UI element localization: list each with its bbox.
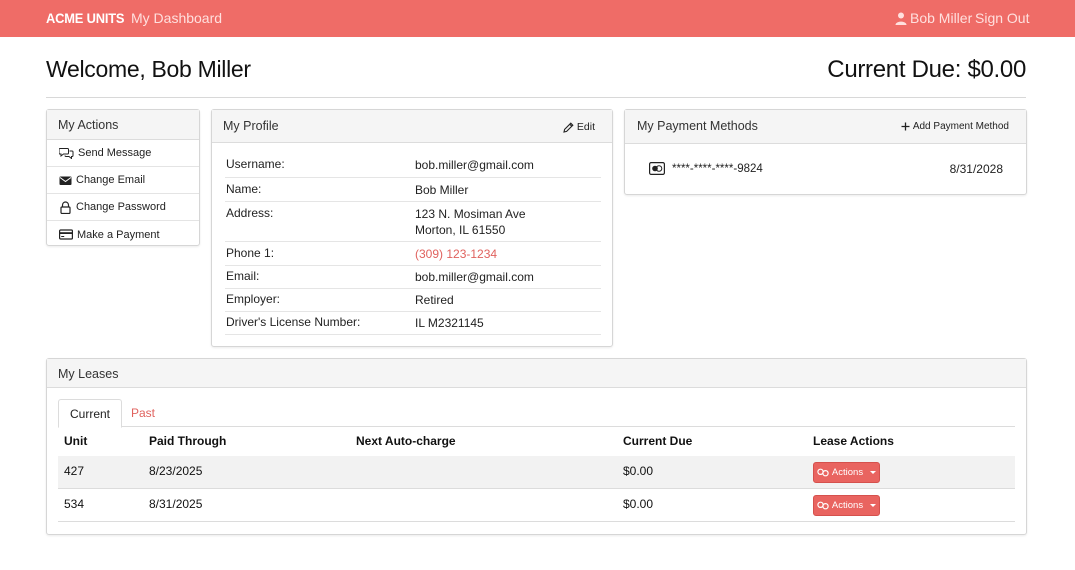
actions-label: Actions — [831, 467, 864, 478]
table-row: 427 8/23/2025 $0.00 Actions — [58, 456, 1015, 489]
phone-link[interactable]: (309) 123-1234 — [415, 246, 497, 262]
profile-row-phone: Phone 1: (309) 123-1234 — [225, 246, 601, 266]
lease-tabs: Current Past — [58, 399, 1015, 428]
profile-label: Email: — [226, 269, 260, 283]
profile-label: Phone 1: — [226, 246, 275, 260]
action-label: Make a Payment — [77, 228, 160, 241]
profile-label: Name: — [226, 182, 262, 196]
credit-card-icon — [59, 229, 73, 240]
paid-through-cell: 8/31/2025 — [149, 497, 203, 511]
profile-value: Retired — [415, 293, 454, 307]
action-change-email[interactable]: Change Email — [47, 167, 199, 194]
edit-label: Edit — [576, 121, 595, 133]
unit-cell: 534 — [64, 497, 85, 511]
unit-cell: 427 — [64, 464, 85, 478]
nav-my-dashboard[interactable]: My Dashboard — [131, 10, 222, 26]
add-payment-method-button[interactable]: Add Payment Method — [901, 121, 1009, 132]
lease-actions-button[interactable]: Actions — [813, 495, 880, 516]
tab-current[interactable]: Current — [58, 399, 123, 428]
profile-row-username: Username: bob.miller@gmail.com — [225, 157, 601, 178]
my-profile-panel: My Profile Edit Username: bob.miller@gma… — [211, 109, 613, 347]
my-actions-title: My Actions — [47, 110, 199, 140]
column-header: Unit — [64, 434, 88, 448]
action-change-password[interactable]: Change Password — [47, 194, 199, 221]
address-line-2: Morton, IL 61550 — [415, 223, 506, 237]
lease-actions-button[interactable]: Actions — [813, 462, 880, 483]
lease-table-header: Unit Paid Through Next Auto-charge Curre… — [58, 433, 1015, 457]
table-row: 534 8/31/2025 $0.00 Actions — [58, 489, 1015, 522]
add-payment-method-label: Add Payment Method — [912, 121, 1009, 132]
profile-value: Bob Miller — [415, 183, 469, 197]
profile-row-email: Email: bob.miller@gmail.com — [225, 269, 601, 289]
nav-user-name: Bob Miller — [910, 10, 973, 26]
payment-methods-title: My Payment Methods — [637, 119, 758, 133]
action-label: Change Email — [76, 174, 146, 186]
column-header: Lease Actions — [813, 434, 894, 448]
column-header: Current Due — [623, 434, 693, 448]
profile-label: Address: — [226, 206, 274, 220]
column-header: Next Auto-charge — [356, 434, 456, 448]
profile-value: bob.miller@gmail.com — [415, 158, 534, 172]
profile-value: IL M2321145 — [415, 316, 484, 330]
profile-label: Driver's License Number: — [226, 315, 361, 329]
profile-row-license: Driver's License Number: IL M2321145 — [225, 315, 601, 335]
link-icon — [817, 468, 829, 477]
tab-past[interactable]: Past — [120, 399, 166, 428]
column-header: Paid Through — [149, 434, 227, 448]
nav-sign-out[interactable]: Sign Out — [975, 10, 1029, 26]
actions-label: Actions — [831, 500, 864, 511]
my-leases-panel: My Leases Current Past Unit Paid Through… — [46, 358, 1027, 535]
profile-value: bob.miller@gmail.com — [415, 270, 534, 284]
current-due-cell: $0.00 — [623, 497, 654, 511]
address-line-1: 123 N. Mosiman Ave — [415, 207, 526, 221]
action-send-message[interactable]: Send Message — [47, 140, 199, 167]
my-actions-panel: My Actions Send Message Change Email Cha… — [46, 109, 200, 246]
paid-through-cell: 8/23/2025 — [149, 464, 203, 478]
profile-label: Username: — [226, 157, 285, 171]
payment-methods-header: My Payment Methods Add Payment Method — [625, 110, 1026, 144]
edit-profile-button[interactable]: Edit — [563, 121, 595, 133]
profile-row-employer: Employer: Retired — [225, 292, 601, 312]
nav-user-menu[interactable]: Bob Miller — [895, 10, 972, 26]
user-icon — [895, 12, 907, 25]
link-icon — [817, 501, 829, 510]
card-number: ****-****-****-9824 — [672, 162, 763, 175]
plus-icon — [901, 122, 910, 131]
pencil-icon — [563, 121, 574, 133]
top-navbar: ACME UNITS My Dashboard Bob Miller Sign … — [0, 0, 1075, 37]
profile-address-value: 123 N. Mosiman Ave Morton, IL 61550 — [415, 206, 526, 238]
caret-down-icon — [870, 504, 877, 507]
action-label: Change Password — [76, 201, 166, 213]
welcome-heading: Welcome, Bob Miller — [46, 56, 251, 82]
my-payment-methods-panel: My Payment Methods Add Payment Method **… — [624, 109, 1027, 195]
current-due-heading: Current Due: $0.00 — [827, 56, 1026, 83]
card-expiry: 8/31/2028 — [949, 162, 1003, 176]
profile-row-name: Name: Bob Miller — [225, 182, 601, 202]
my-profile-title: My Profile — [223, 119, 279, 133]
envelope-icon — [59, 176, 72, 185]
mastercard-icon — [649, 162, 665, 175]
header-divider — [46, 97, 1026, 98]
profile-row-address: Address: 123 N. Mosiman Ave Morton, IL 6… — [225, 206, 601, 242]
action-make-payment[interactable]: Make a Payment — [47, 221, 199, 248]
brand-logo[interactable]: ACME UNITS — [46, 10, 124, 26]
profile-label: Employer: — [226, 292, 281, 306]
my-profile-header: My Profile Edit — [212, 110, 612, 143]
chat-icon — [59, 148, 74, 159]
action-label: Send Message — [78, 147, 152, 159]
current-due-cell: $0.00 — [623, 464, 654, 478]
my-leases-title: My Leases — [47, 359, 1026, 388]
caret-down-icon — [870, 471, 877, 474]
payment-card-row[interactable]: ****-****-****-9824 — [649, 162, 763, 175]
lock-icon — [60, 200, 71, 214]
